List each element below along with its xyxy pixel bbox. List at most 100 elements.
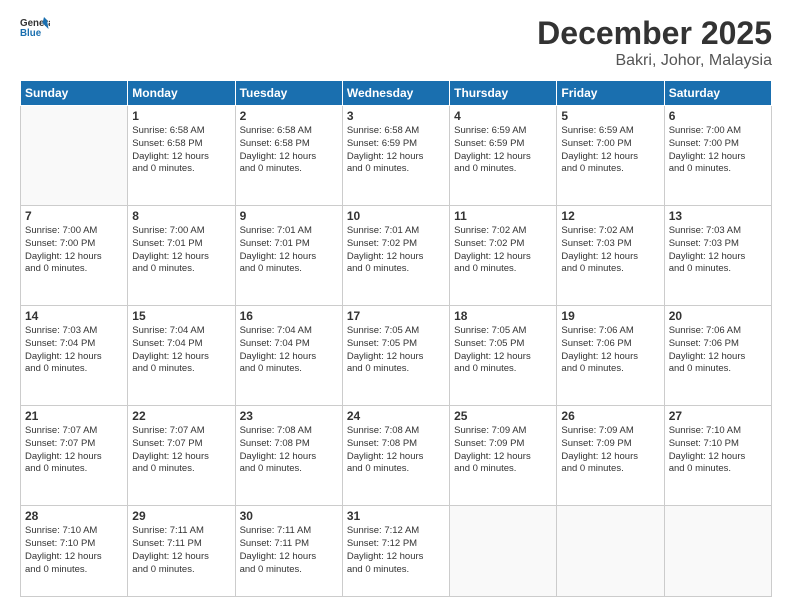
table-row: 16Sunrise: 7:04 AM Sunset: 7:04 PM Dayli… [235,306,342,406]
table-row: 25 Sunrise: 7:09 AM Sunset: 7:09 PM Dayli… [450,406,557,506]
header-sunday: Sunday [21,81,128,106]
day-number: 14 [25,309,123,323]
day-info: Sunrise: 7:09 AM Sunset: 7:09 PM Dayligh… [561,425,659,476]
table-row [557,506,664,597]
day-number: 31 [347,509,445,523]
table-row: 18 Sunrise: 7:05 AM Sunset: 7:05 PM Dayli… [450,306,557,406]
day-number: 26 [561,409,659,423]
table-row: 13 Sunrise: 7:03 AM Sunset: 7:03 PM Dayli… [664,206,771,306]
day-info: Sunrise: 6:59 AM Sunset: 6:59 PM Dayligh… [454,125,552,176]
month-title: December 2025 [537,15,772,52]
table-row [664,506,771,597]
calendar-week-row: 7Sunrise: 7:00 AM Sunset: 7:00 PM Daylig… [21,206,772,306]
day-info: Sunrise: 7:02 AM Sunset: 7:03 PM Dayligh… [561,225,659,276]
calendar-week-row: 1Sunrise: 6:58 AM Sunset: 6:58 PM Daylig… [21,106,772,206]
day-info: Sunrise: 7:05 AM Sunset: 7:05 PM Dayligh… [454,325,552,376]
table-row [450,506,557,597]
day-number: 20 [669,309,767,323]
day-info: Sunrise: 7:11 AM Sunset: 7:11 PM Dayligh… [132,525,230,576]
day-info: Sunrise: 7:03 AM Sunset: 7:04 PM Dayligh… [25,325,123,376]
table-row: 24 Sunrise: 7:08 AM Sunset: 7:08 PM Dayli… [342,406,449,506]
table-row: 7Sunrise: 7:00 AM Sunset: 7:00 PM Daylig… [21,206,128,306]
day-number: 24 [347,409,445,423]
table-row: 23 Sunrise: 7:08 AM Sunset: 7:08 PM Dayli… [235,406,342,506]
day-info: Sunrise: 7:08 AM Sunset: 7:08 PM Dayligh… [240,425,338,476]
day-number: 22 [132,409,230,423]
header-friday: Friday [557,81,664,106]
day-number: 8 [132,209,230,223]
table-row: 12Sunrise: 7:02 AM Sunset: 7:03 PM Dayli… [557,206,664,306]
table-row: 30 Sunrise: 7:11 AM Sunset: 7:11 PM Dayli… [235,506,342,597]
day-info: Sunrise: 7:08 AM Sunset: 7:08 PM Dayligh… [347,425,445,476]
day-info: Sunrise: 7:06 AM Sunset: 7:06 PM Dayligh… [561,325,659,376]
day-number: 5 [561,109,659,123]
header-saturday: Saturday [664,81,771,106]
day-number: 7 [25,209,123,223]
table-row: 1Sunrise: 6:58 AM Sunset: 6:58 PM Daylig… [128,106,235,206]
table-row: 6 Sunrise: 7:00 AM Sunset: 7:00 PM Daylig… [664,106,771,206]
table-row: 31 Sunrise: 7:12 AM Sunset: 7:12 PM Dayli… [342,506,449,597]
day-info: Sunrise: 6:58 AM Sunset: 6:58 PM Dayligh… [132,125,230,176]
day-info: Sunrise: 7:06 AM Sunset: 7:06 PM Dayligh… [669,325,767,376]
day-info: Sunrise: 7:05 AM Sunset: 7:05 PM Dayligh… [347,325,445,376]
table-row: 2 Sunrise: 6:58 AM Sunset: 6:58 PM Daylig… [235,106,342,206]
table-row: 8Sunrise: 7:00 AM Sunset: 7:01 PM Daylig… [128,206,235,306]
day-number: 18 [454,309,552,323]
day-info: Sunrise: 7:11 AM Sunset: 7:11 PM Dayligh… [240,525,338,576]
day-info: Sunrise: 7:02 AM Sunset: 7:02 PM Dayligh… [454,225,552,276]
day-number: 23 [240,409,338,423]
table-row: 21 Sunrise: 7:07 AM Sunset: 7:07 PM Dayli… [21,406,128,506]
logo-icon: General Blue [20,15,50,40]
day-number: 29 [132,509,230,523]
table-row: 28 Sunrise: 7:10 AM Sunset: 7:10 PM Dayli… [21,506,128,597]
day-info: Sunrise: 7:07 AM Sunset: 7:07 PM Dayligh… [132,425,230,476]
table-row: 15Sunrise: 7:04 AM Sunset: 7:04 PM Dayli… [128,306,235,406]
day-number: 21 [25,409,123,423]
day-number: 2 [240,109,338,123]
day-number: 27 [669,409,767,423]
day-number: 28 [25,509,123,523]
table-row: 10Sunrise: 7:01 AM Sunset: 7:02 PM Dayli… [342,206,449,306]
day-number: 11 [454,209,552,223]
calendar-week-row: 21 Sunrise: 7:07 AM Sunset: 7:07 PM Dayli… [21,406,772,506]
calendar-table: Sunday Monday Tuesday Wednesday Thursday… [20,80,772,597]
day-number: 10 [347,209,445,223]
table-row: 19 Sunrise: 7:06 AM Sunset: 7:06 PM Dayli… [557,306,664,406]
table-row: 26 Sunrise: 7:09 AM Sunset: 7:09 PM Dayli… [557,406,664,506]
day-number: 30 [240,509,338,523]
table-row: 4 Sunrise: 6:59 AM Sunset: 6:59 PM Daylig… [450,106,557,206]
table-row: 9Sunrise: 7:01 AM Sunset: 7:01 PM Daylig… [235,206,342,306]
svg-text:Blue: Blue [20,28,42,39]
logo: General Blue [20,15,50,40]
day-info: Sunrise: 7:10 AM Sunset: 7:10 PM Dayligh… [25,525,123,576]
day-number: 6 [669,109,767,123]
table-row: 5Sunrise: 6:59 AM Sunset: 7:00 PM Daylig… [557,106,664,206]
calendar-week-row: 14 Sunrise: 7:03 AM Sunset: 7:04 PM Dayli… [21,306,772,406]
day-number: 13 [669,209,767,223]
title-block: December 2025 Bakri, Johor, Malaysia [537,15,772,70]
day-info: Sunrise: 7:04 AM Sunset: 7:04 PM Dayligh… [132,325,230,376]
table-row: 17 Sunrise: 7:05 AM Sunset: 7:05 PM Dayli… [342,306,449,406]
table-row: 22 Sunrise: 7:07 AM Sunset: 7:07 PM Dayli… [128,406,235,506]
day-info: Sunrise: 7:10 AM Sunset: 7:10 PM Dayligh… [669,425,767,476]
day-info: Sunrise: 7:00 AM Sunset: 7:00 PM Dayligh… [669,125,767,176]
day-number: 19 [561,309,659,323]
table-row: 14 Sunrise: 7:03 AM Sunset: 7:04 PM Dayli… [21,306,128,406]
day-info: Sunrise: 7:07 AM Sunset: 7:07 PM Dayligh… [25,425,123,476]
table-row: 11 Sunrise: 7:02 AM Sunset: 7:02 PM Dayli… [450,206,557,306]
day-info: Sunrise: 7:12 AM Sunset: 7:12 PM Dayligh… [347,525,445,576]
day-number: 25 [454,409,552,423]
day-info: Sunrise: 6:58 AM Sunset: 6:59 PM Dayligh… [347,125,445,176]
day-info: Sunrise: 6:58 AM Sunset: 6:58 PM Dayligh… [240,125,338,176]
day-info: Sunrise: 7:09 AM Sunset: 7:09 PM Dayligh… [454,425,552,476]
location: Bakri, Johor, Malaysia [537,52,772,70]
table-row: 20 Sunrise: 7:06 AM Sunset: 7:06 PM Dayli… [664,306,771,406]
day-number: 17 [347,309,445,323]
day-number: 16 [240,309,338,323]
day-number: 4 [454,109,552,123]
day-number: 3 [347,109,445,123]
day-info: Sunrise: 7:03 AM Sunset: 7:03 PM Dayligh… [669,225,767,276]
header-wednesday: Wednesday [342,81,449,106]
day-info: Sunrise: 7:01 AM Sunset: 7:01 PM Dayligh… [240,225,338,276]
calendar-week-row: 28 Sunrise: 7:10 AM Sunset: 7:10 PM Dayli… [21,506,772,597]
